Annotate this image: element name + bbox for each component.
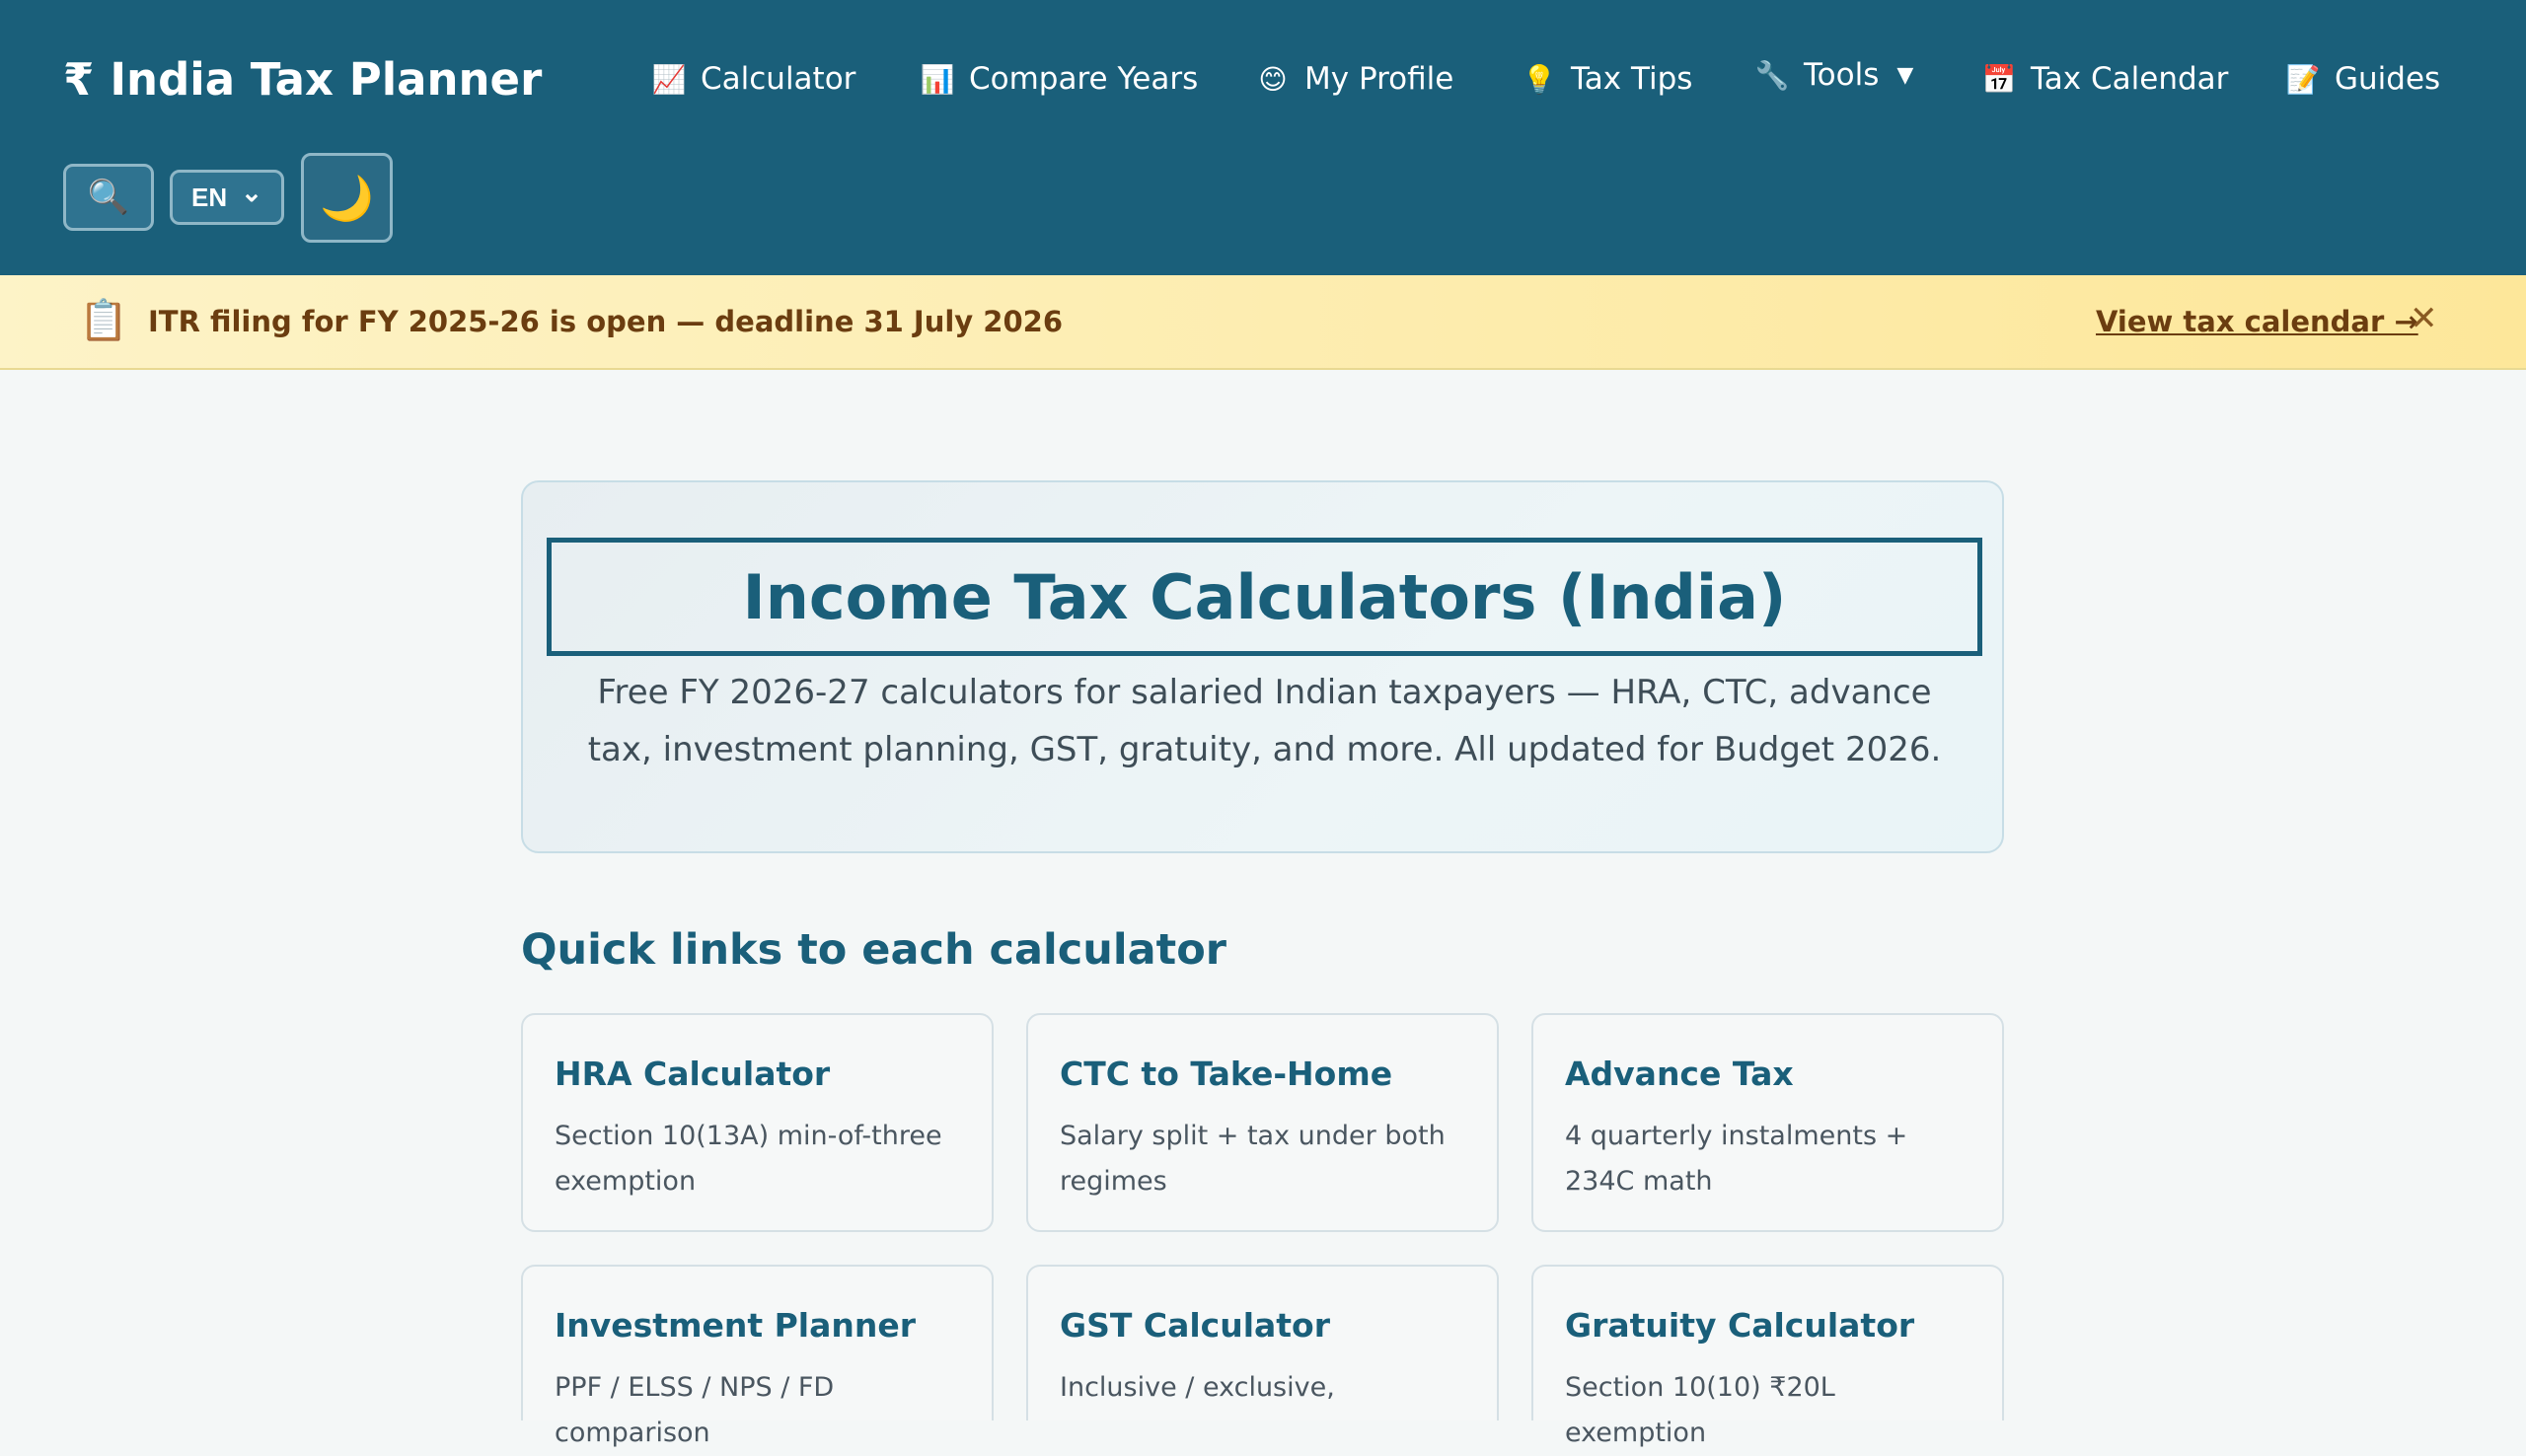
banner-message: ITR filing for FY 2025-26 is open — dead… bbox=[148, 305, 1063, 338]
theme-toggle-button[interactable]: 🌙 bbox=[301, 153, 393, 243]
view-tax-calendar-link[interactable]: View tax calendar → bbox=[2096, 305, 2418, 338]
nav-label: Tax Calendar bbox=[2031, 61, 2229, 97]
card-title: CTC to Take-Home bbox=[1060, 1055, 1393, 1093]
card-investment-planner[interactable]: Investment Planner PPF / ELSS / NPS / FD… bbox=[521, 1265, 994, 1448]
memo-icon: 📝 bbox=[2285, 62, 2321, 96]
moon-icon: 🌙 bbox=[320, 174, 374, 223]
clipboard-icon: 📋 bbox=[79, 298, 128, 343]
card-gratuity-calculator[interactable]: Gratuity Calculator Section 10(10) ₹20L … bbox=[1531, 1265, 2004, 1448]
nav-label: Guides bbox=[2335, 61, 2441, 97]
hero-panel: Income Tax Calculators (India) Free FY 2… bbox=[521, 480, 2004, 853]
card-description: Salary split + tax under both regimes bbox=[1060, 1121, 1446, 1197]
card-title: Gratuity Calculator bbox=[1565, 1306, 1915, 1345]
card-title: GST Calculator bbox=[1060, 1306, 1331, 1345]
nav-label: My Profile bbox=[1304, 61, 1454, 97]
chevron-down-icon: ⌄ bbox=[241, 177, 262, 207]
card-description: PPF / ELSS / NPS / FD comparison bbox=[555, 1372, 835, 1448]
language-select[interactable]: EN ⌄ bbox=[170, 170, 284, 225]
lightbulb-icon: 💡 bbox=[1522, 62, 1557, 96]
nav-calculator[interactable]: 📈 Calculator bbox=[651, 47, 856, 110]
close-icon[interactable]: ✕ bbox=[2410, 299, 2438, 338]
chart-up-icon: 📈 bbox=[651, 62, 687, 96]
nav-label: Calculator bbox=[701, 61, 856, 97]
nav-guides[interactable]: 📝 Guides bbox=[2285, 47, 2441, 110]
page-title: Income Tax Calculators (India) bbox=[547, 538, 1982, 656]
card-advance-tax[interactable]: Advance Tax 4 quarterly instalments + 23… bbox=[1531, 1013, 2004, 1232]
card-hra-calculator[interactable]: HRA Calculator Section 10(13A) min-of-th… bbox=[521, 1013, 994, 1232]
hero-subtitle: Free FY 2026-27 calculators for salaried… bbox=[587, 673, 1942, 769]
search-button[interactable]: 🔍 bbox=[63, 164, 154, 231]
quick-links-heading: Quick links to each calculator bbox=[521, 925, 1226, 975]
card-gst-calculator[interactable]: GST Calculator Inclusive / exclusive, 5/… bbox=[1026, 1265, 1499, 1420]
card-title: HRA Calculator bbox=[555, 1055, 831, 1093]
nav-label: Compare Years bbox=[969, 61, 1199, 97]
card-title: Investment Planner bbox=[555, 1306, 917, 1345]
nav-label: Tax Tips bbox=[1571, 61, 1693, 97]
nav-tax-tips[interactable]: 💡 Tax Tips bbox=[1522, 47, 1693, 110]
card-ctc-to-take-home[interactable]: CTC to Take-Home Salary split + tax unde… bbox=[1026, 1013, 1499, 1232]
bar-chart-icon: 📊 bbox=[920, 62, 955, 96]
calendar-icon: 📅 bbox=[1981, 62, 2017, 96]
announcement-banner: 📋 ITR filing for FY 2025-26 is open — de… bbox=[0, 275, 2526, 370]
nav-my-profile[interactable]: 😊 My Profile bbox=[1255, 47, 1453, 110]
caret-down-icon: ▼ bbox=[1896, 62, 1914, 88]
card-description: Inclusive / exclusive, 5/12/18/28% slabs bbox=[1060, 1372, 1335, 1420]
nav-compare-years[interactable]: 📊 Compare Years bbox=[920, 47, 1199, 110]
wrench-icon: 🔧 bbox=[1754, 58, 1790, 92]
brand-logo-link[interactable]: ₹ India Tax Planner bbox=[63, 47, 542, 110]
card-description: Section 10(13A) min-of-three exemption bbox=[555, 1121, 942, 1197]
language-value: EN bbox=[191, 182, 228, 212]
card-description: 4 quarterly instalments + 234C math bbox=[1565, 1121, 1908, 1197]
profile-face-icon: 😊 bbox=[1258, 62, 1288, 96]
nav-label: Tools bbox=[1804, 57, 1880, 93]
card-title: Advance Tax bbox=[1565, 1055, 1794, 1093]
nav-tools-dropdown[interactable]: 🔧 Tools ▼ bbox=[1754, 43, 1914, 107]
rupee-icon: ₹ bbox=[63, 52, 95, 106]
search-icon: 🔍 bbox=[87, 179, 130, 216]
nav-tax-calendar[interactable]: 📅 Tax Calendar bbox=[1981, 47, 2229, 110]
brand-name: India Tax Planner bbox=[110, 52, 543, 106]
site-header: ₹ India Tax Planner 📈 Calculator 📊 Compa… bbox=[0, 0, 2526, 275]
card-description: Section 10(10) ₹20L exemption bbox=[1565, 1372, 1835, 1448]
